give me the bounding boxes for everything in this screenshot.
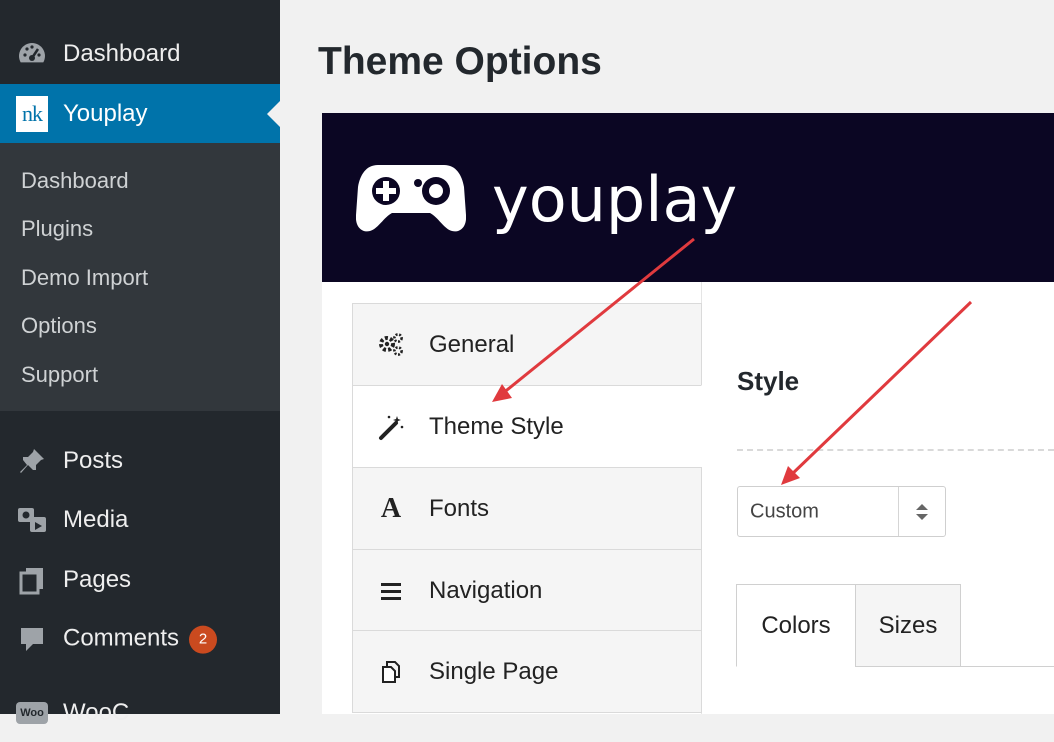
pages-icon xyxy=(16,564,48,596)
pushpin-icon xyxy=(16,445,48,477)
tab-label: Theme Style xyxy=(429,412,564,440)
sidebar-item-label: Dashboard xyxy=(63,40,181,67)
sidebar-item-dashboard[interactable]: Dashboard xyxy=(0,25,280,83)
nk-logo-icon: nk xyxy=(16,95,48,132)
tab-navigation[interactable]: Navigation xyxy=(352,549,702,632)
tab-label: Single Page xyxy=(429,657,559,685)
sidebar-item-media[interactable]: Media xyxy=(0,491,280,549)
sidebar-item-label: Comments 2 xyxy=(63,625,218,654)
tab-single-page[interactable]: Single Page xyxy=(352,630,702,713)
tab-fonts[interactable]: A Fonts xyxy=(352,467,702,550)
sidebar-item-label: Pages xyxy=(63,566,132,593)
tab-colors[interactable]: Colors xyxy=(736,584,856,667)
sidebar-item-label: Media xyxy=(63,506,129,533)
sidebar-item-pages[interactable]: Pages xyxy=(0,551,280,609)
submenu-item-dashboard[interactable]: Dashboard xyxy=(21,168,129,194)
font-icon: A xyxy=(380,492,402,524)
dashboard-gauge-icon xyxy=(16,38,48,70)
sidebar-item-label: Youplay xyxy=(63,99,148,127)
style-select-value: Custom xyxy=(750,500,819,522)
comments-count-badge: 2 xyxy=(189,625,218,654)
admin-sidebar: Dashboard nk Youplay Dashboard Plugins D… xyxy=(0,0,280,726)
gears-icon xyxy=(377,331,405,359)
section-divider xyxy=(737,449,1054,451)
brand-wordmark: youplay xyxy=(492,163,738,236)
youplay-submenu: Dashboard Plugins Demo Import Options Su… xyxy=(0,143,280,411)
woocommerce-icon: Woo xyxy=(16,697,48,729)
list-icon xyxy=(377,577,405,605)
tab-general[interactable]: General xyxy=(352,303,702,386)
active-menu-pointer xyxy=(267,100,280,127)
tabs-baseline xyxy=(961,666,1054,667)
theme-style-content: Style Custom Colors Sizes xyxy=(702,282,1054,714)
tab-label: General xyxy=(429,330,515,358)
gamepad-logo-icon xyxy=(355,157,467,240)
sidebar-item-youplay[interactable]: nk Youplay xyxy=(0,84,280,143)
sidebar-item-woocommerce[interactable]: Woo WooC xyxy=(0,684,280,742)
tab-sizes[interactable]: Sizes xyxy=(855,584,961,667)
media-camera-icon xyxy=(16,504,48,536)
tab-theme-style[interactable]: Theme Style xyxy=(352,385,702,468)
submenu-item-plugins[interactable]: Plugins xyxy=(21,216,93,242)
page-title: Theme Options xyxy=(318,40,602,83)
submenu-item-demo-import[interactable]: Demo Import xyxy=(21,265,148,291)
sidebar-item-posts[interactable]: Posts xyxy=(0,432,280,490)
sidebar-item-label: Posts xyxy=(63,447,124,474)
select-arrows-icon xyxy=(914,500,930,524)
tab-label: Navigation xyxy=(429,576,543,604)
select-divider xyxy=(898,487,899,536)
options-sections-nav: General Theme Style A Fonts Navigation S… xyxy=(322,282,702,714)
tab-label: Fonts xyxy=(429,494,490,522)
sidebar-item-comments[interactable]: Comments 2 xyxy=(0,610,280,668)
submenu-item-support[interactable]: Support xyxy=(21,362,98,388)
brand-header: youplay xyxy=(322,113,1054,282)
copy-icon xyxy=(377,658,405,686)
comment-bubble-icon xyxy=(16,623,48,655)
sidebar-item-label: WooC xyxy=(63,699,130,726)
style-select[interactable]: Custom xyxy=(737,486,946,537)
section-heading: Style xyxy=(737,366,800,396)
theme-options-panel: youplay General Theme Style A Fonts Navi… xyxy=(322,113,1054,714)
magic-wand-icon xyxy=(377,413,405,441)
submenu-item-options[interactable]: Options xyxy=(21,313,97,339)
